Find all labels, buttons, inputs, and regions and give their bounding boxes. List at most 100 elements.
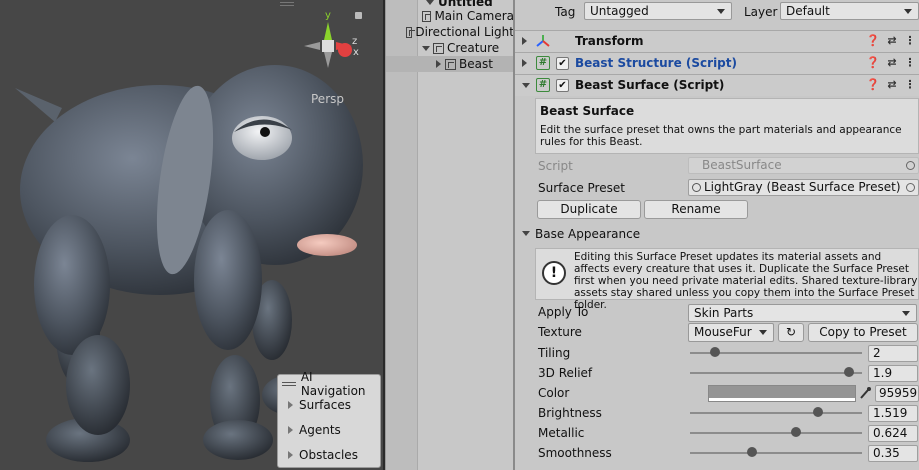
chevron-down-icon [717, 9, 725, 14]
slider-thumb[interactable] [843, 367, 854, 377]
brightness-slider[interactable] [690, 404, 862, 422]
preset-asset-icon [692, 183, 701, 192]
chevron-down-icon[interactable] [522, 231, 530, 236]
help-icon[interactable]: ❓ [866, 34, 880, 47]
brightness-value-field[interactable]: 1.519 [868, 405, 918, 422]
hierarchy-panel: Untitled Main Camera Directional Light C… [385, 0, 513, 470]
ai-navigation-overlay: AI Navigation Surfaces Agents Obstacles [277, 370, 381, 468]
texture-dropdown[interactable]: MouseFur [688, 323, 774, 342]
orientation-gizmo[interactable]: y x z [296, 8, 362, 86]
chevron-right-icon[interactable] [522, 59, 527, 67]
hierarchy-row-main-camera[interactable]: Main Camera [386, 8, 513, 24]
more-icon[interactable]: ⋮ [904, 34, 916, 47]
slider-track[interactable] [690, 412, 862, 414]
chevron-down-icon [759, 330, 767, 335]
hierarchy-row-beast[interactable]: Beast [386, 56, 513, 72]
hierarchy-item-label: Beast [459, 57, 493, 71]
slider-track[interactable] [690, 372, 862, 374]
color-swatch[interactable] [708, 385, 856, 402]
smoothness-value-field[interactable]: 0.35 [868, 445, 918, 462]
expand-icon[interactable] [422, 45, 430, 51]
ai-nav-item-obstacles[interactable]: Obstacles [278, 442, 380, 467]
relief-slider[interactable] [690, 364, 862, 382]
rename-button[interactable]: Rename [644, 200, 748, 219]
chevron-down-icon[interactable] [522, 83, 530, 88]
component-beast-structure[interactable]: # ✔ Beast Structure (Script) ❓ ⇄ ⋮ [515, 52, 919, 74]
component-beast-surface[interactable]: # ✔ Beast Surface (Script) ❓ ⇄ ⋮ [515, 74, 919, 96]
projection-label[interactable]: Persp [311, 92, 344, 106]
drag-handle-icon[interactable] [282, 380, 296, 388]
gameobject-icon [422, 10, 432, 22]
apply-to-dropdown[interactable]: Skin Parts [688, 304, 917, 322]
preset-icon[interactable]: ⇄ [886, 56, 898, 69]
surface-preset-label: Surface Preset [538, 181, 625, 195]
chevron-right-icon [288, 450, 293, 459]
component-transform[interactable]: Transform ❓ ⇄ ⋮ [515, 30, 919, 52]
relief-value-field[interactable]: 1.9 [868, 365, 918, 382]
chevron-down-icon [904, 9, 912, 14]
ai-nav-item-label: Obstacles [299, 447, 358, 462]
more-icon[interactable]: ⋮ [904, 78, 916, 91]
tag-layer-row: Tag Untagged Layer Default [515, 2, 919, 22]
tag-label: Tag [555, 5, 576, 19]
enabled-checkbox[interactable]: ✔ [556, 57, 569, 70]
object-picker-icon[interactable] [906, 183, 915, 192]
copy-to-preset-button[interactable]: Copy to Preset [808, 323, 918, 342]
eyedropper-icon[interactable] [857, 385, 873, 402]
more-icon[interactable]: ⋮ [904, 56, 916, 69]
scene-drag-handle[interactable] [280, 0, 294, 8]
tiling-value-field[interactable]: 2 [868, 345, 918, 362]
chevron-right-icon [288, 425, 293, 434]
smoothness-label: Smoothness [538, 446, 612, 460]
ai-nav-item-agents[interactable]: Agents [278, 417, 380, 442]
layer-dropdown[interactable]: Default [780, 2, 919, 20]
hierarchy-row-creature[interactable]: Creature [386, 40, 513, 56]
help-icon[interactable]: ❓ [866, 78, 880, 91]
base-appearance-foldout[interactable]: Base Appearance [515, 226, 919, 244]
ai-navigation-header[interactable]: AI Navigation [278, 370, 380, 398]
slider-thumb[interactable] [710, 347, 721, 357]
hierarchy-item-label: Main Camera [434, 9, 513, 23]
hierarchy-item-label: Directional Light [415, 25, 513, 39]
component-description: Beast Surface Edit the surface preset th… [535, 98, 919, 154]
duplicate-button[interactable]: Duplicate [537, 200, 641, 219]
texture-row: Texture MouseFur ↻ Copy to Preset [535, 323, 919, 342]
expand-icon[interactable] [436, 60, 441, 68]
color-hex-field[interactable]: 959595 [875, 385, 919, 402]
script-icon: # [536, 78, 550, 92]
enabled-checkbox[interactable]: ✔ [556, 79, 569, 92]
slider-thumb[interactable] [791, 427, 802, 437]
apply-to-label: Apply To [538, 305, 589, 319]
lock-icon[interactable] [355, 12, 362, 19]
color-label: Color [538, 386, 570, 400]
preset-icon[interactable]: ⇄ [886, 78, 898, 91]
gameobject-icon [445, 58, 456, 70]
slider-thumb[interactable] [746, 447, 757, 457]
help-icon[interactable]: ❓ [866, 56, 880, 69]
metallic-slider[interactable] [690, 424, 862, 442]
hierarchy-item-label: Creature [447, 41, 500, 55]
scene-view[interactable]: y x z Persp AI Navigation Surfaces Agent… [0, 0, 383, 470]
help-box: ! Editing this Surface Preset updates it… [535, 248, 919, 311]
hierarchy-row-directional-light[interactable]: Directional Light [386, 24, 513, 40]
tag-value: Untagged [590, 4, 649, 18]
component-title: Beast Structure (Script) [575, 56, 737, 70]
ai-nav-item-label: Surfaces [299, 397, 351, 412]
surface-preset-field[interactable]: LightGray (Beast Surface Preset) [688, 179, 919, 196]
tiling-slider[interactable] [690, 344, 862, 362]
tiling-row: Tiling 2 [535, 344, 919, 363]
slider-track[interactable] [690, 452, 862, 454]
gameobject-icon [406, 26, 416, 38]
tag-dropdown[interactable]: Untagged [584, 2, 732, 20]
slider-track[interactable] [690, 432, 862, 434]
surface-preset-row: Surface Preset LightGray (Beast Surface … [535, 179, 919, 198]
metallic-value-field[interactable]: 0.624 [868, 425, 918, 442]
gameobject-icon [433, 42, 444, 54]
refresh-button[interactable]: ↻ [778, 323, 804, 342]
smoothness-slider[interactable] [690, 444, 862, 462]
slider-thumb[interactable] [813, 407, 824, 417]
expand-icon[interactable] [426, 0, 434, 5]
chevron-right-icon[interactable] [522, 37, 527, 45]
preset-icon[interactable]: ⇄ [886, 34, 898, 47]
layer-label: Layer [744, 5, 778, 19]
